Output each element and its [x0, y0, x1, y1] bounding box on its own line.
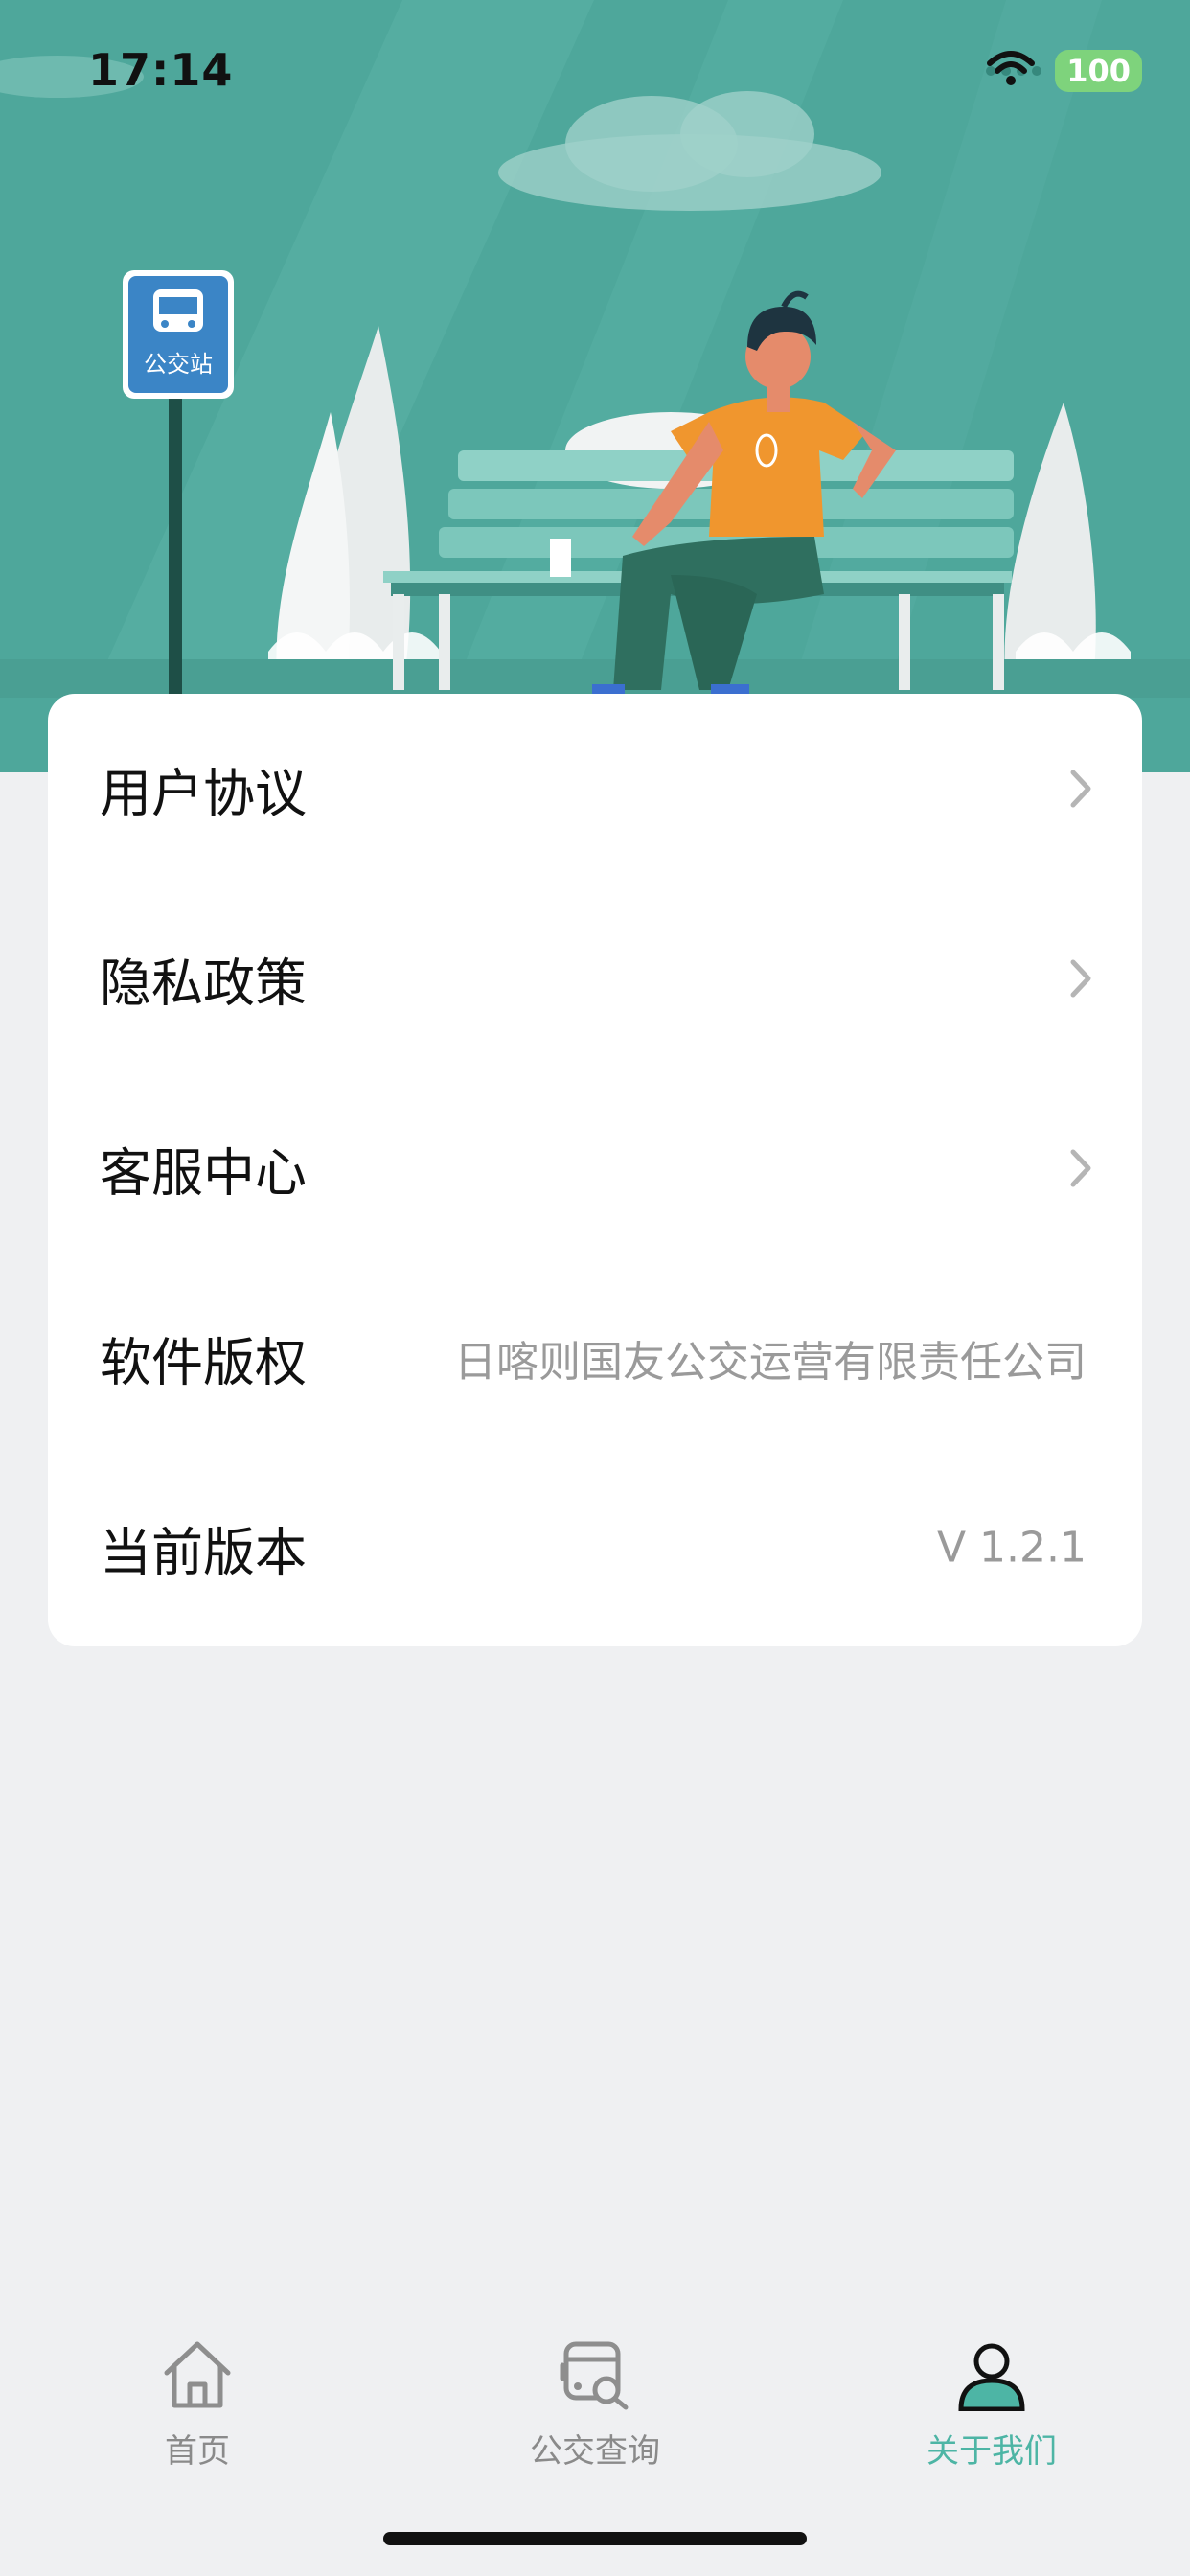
person-icon	[958, 2343, 1025, 2411]
copyright-value: 日喀则国友公交运营有限责任公司	[454, 1338, 1087, 1387]
menu-item-label: 当前版本	[100, 1522, 307, 1583]
status-time: 17:14	[88, 44, 234, 96]
chevron-right-icon	[1070, 770, 1091, 808]
status-icons: 100	[986, 50, 1142, 92]
tab-label: 首页	[165, 2432, 230, 2471]
bus-stop-illustration: 公交站	[0, 0, 1190, 772]
menu-item-label: 软件版权	[100, 1332, 307, 1393]
tab-home[interactable]: 首页	[54, 2290, 341, 2482]
home-indicator[interactable]	[383, 2532, 807, 2545]
hero-illustration: 公交站 17:14 100	[0, 0, 1190, 772]
chevron-right-icon	[1070, 959, 1091, 998]
wifi-icon	[987, 51, 1036, 85]
about-menu-card: 用户协议 隐私政策 客服中心 软件版权 日喀则国友公交运营有限责任公司 当前版本…	[48, 694, 1142, 1646]
menu-item-current-version: 当前版本 V 1.2.1	[48, 1453, 1142, 1643]
tab-bus-search[interactable]: 公交查询	[451, 2290, 739, 2482]
chevron-right-icon	[1070, 1149, 1091, 1187]
menu-item-privacy-policy[interactable]: 隐私政策	[48, 884, 1142, 1073]
bus-search-icon	[560, 2341, 629, 2410]
tab-label: 关于我们	[927, 2432, 1057, 2471]
tab-about-us[interactable]: 关于我们	[848, 2290, 1135, 2482]
menu-item-software-copyright: 软件版权 日喀则国友公交运营有限责任公司	[48, 1263, 1142, 1453]
tab-label: 公交查询	[530, 2432, 660, 2471]
version-value: V 1.2.1	[936, 1523, 1087, 1573]
menu-item-label: 隐私政策	[100, 953, 307, 1014]
menu-item-customer-service[interactable]: 客服中心	[48, 1073, 1142, 1263]
menu-item-user-agreement[interactable]: 用户协议	[48, 694, 1142, 884]
menu-item-label: 用户协议	[100, 763, 307, 824]
menu-item-label: 客服中心	[100, 1142, 307, 1204]
bus-sign-label: 公交站	[144, 351, 213, 378]
battery-indicator: 100	[1055, 50, 1142, 92]
home-icon	[164, 2341, 231, 2408]
